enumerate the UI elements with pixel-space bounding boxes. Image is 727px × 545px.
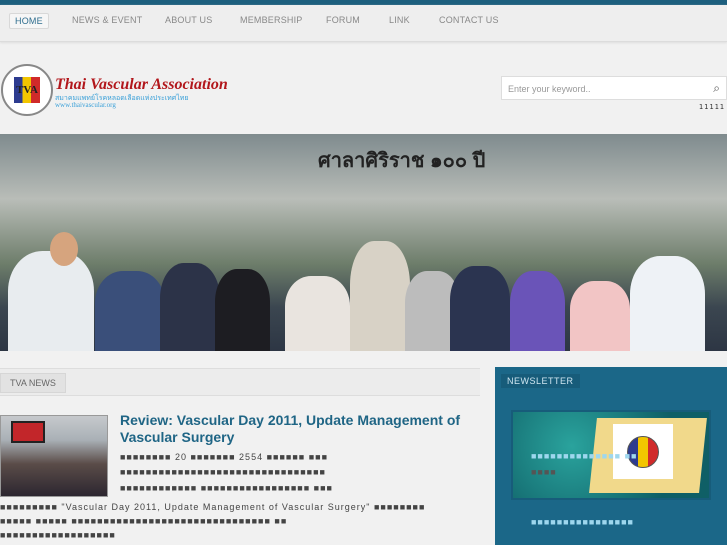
- newsletter-text[interactable]: ■■■■■■■■■■■■■■■■: [531, 517, 634, 527]
- banner-sign: ศาลาศิริราช ๑๐๐ ปี: [318, 150, 486, 172]
- news-text-line: ■■■■■■■■■■■■ ■■■■■■■■■■■■■■■■■ ■■■: [120, 483, 333, 493]
- nav-contact-us[interactable]: CONTACT US: [439, 15, 499, 25]
- banner-photo: ศาลาศิริราช ๑๐๐ ปี: [0, 134, 727, 351]
- tva-logo[interactable]: TVA: [1, 64, 53, 116]
- visitor-counter: 11111: [698, 103, 725, 111]
- search-input[interactable]: Enter your keyword.. ⌕: [501, 76, 727, 100]
- nav-about-us[interactable]: ABOUT US: [165, 15, 212, 25]
- nav-link[interactable]: LINK: [389, 15, 410, 25]
- news-text-line: ■■■■■■■■ 20 ■■■■■■■ 2554 ■■■■■■ ■■■: [120, 452, 328, 462]
- news-title[interactable]: Review: Vascular Day 2011, Update Manage…: [120, 412, 470, 446]
- news-text-line: ■■■■■■■■■ "Vascular Day 2011, Update Man…: [0, 502, 426, 512]
- brand-name[interactable]: Thai Vascular Association: [55, 76, 228, 94]
- main-nav: HOME NEWS & EVENT ABOUT US MEMBERSHIP FO…: [0, 5, 727, 42]
- news-text-line: ■■■■■■■■■■■■■■■■■■■■■■■■■■■■■■■■: [120, 467, 326, 477]
- nav-news-event[interactable]: NEWS & EVENT: [72, 15, 142, 25]
- news-thumbnail[interactable]: [0, 415, 108, 497]
- brand-url: www.thaivascular.org: [55, 101, 116, 109]
- tab-newsletter[interactable]: NEWSLETTER: [501, 374, 580, 388]
- news-text-line: ■■■■■■■■■■■■■■■■■■: [0, 530, 116, 540]
- nav-home[interactable]: HOME: [9, 13, 49, 29]
- newsletter-panel: NEWSLETTER ■■■■■■■■■■■■■■ ■■ ■■■■ ■■■■■■…: [495, 367, 727, 545]
- nav-forum[interactable]: FORUM: [326, 15, 360, 25]
- newsletter-text[interactable]: ■■■■■■■■■■■■■■ ■■: [531, 451, 637, 461]
- search-placeholder: Enter your keyword..: [508, 84, 591, 94]
- search-icon[interactable]: ⌕: [713, 81, 720, 96]
- newsletter-text: ■■■■: [531, 467, 557, 477]
- tab-tva-news[interactable]: TVA NEWS: [0, 373, 66, 393]
- news-section-header: TVA NEWS: [0, 368, 480, 396]
- news-text-line: ■■■■■ ■■■■■ ■■■■■■■■■■■■■■■■■■■■■■■■■■■■…: [0, 516, 288, 526]
- nav-membership[interactable]: MEMBERSHIP: [240, 15, 303, 25]
